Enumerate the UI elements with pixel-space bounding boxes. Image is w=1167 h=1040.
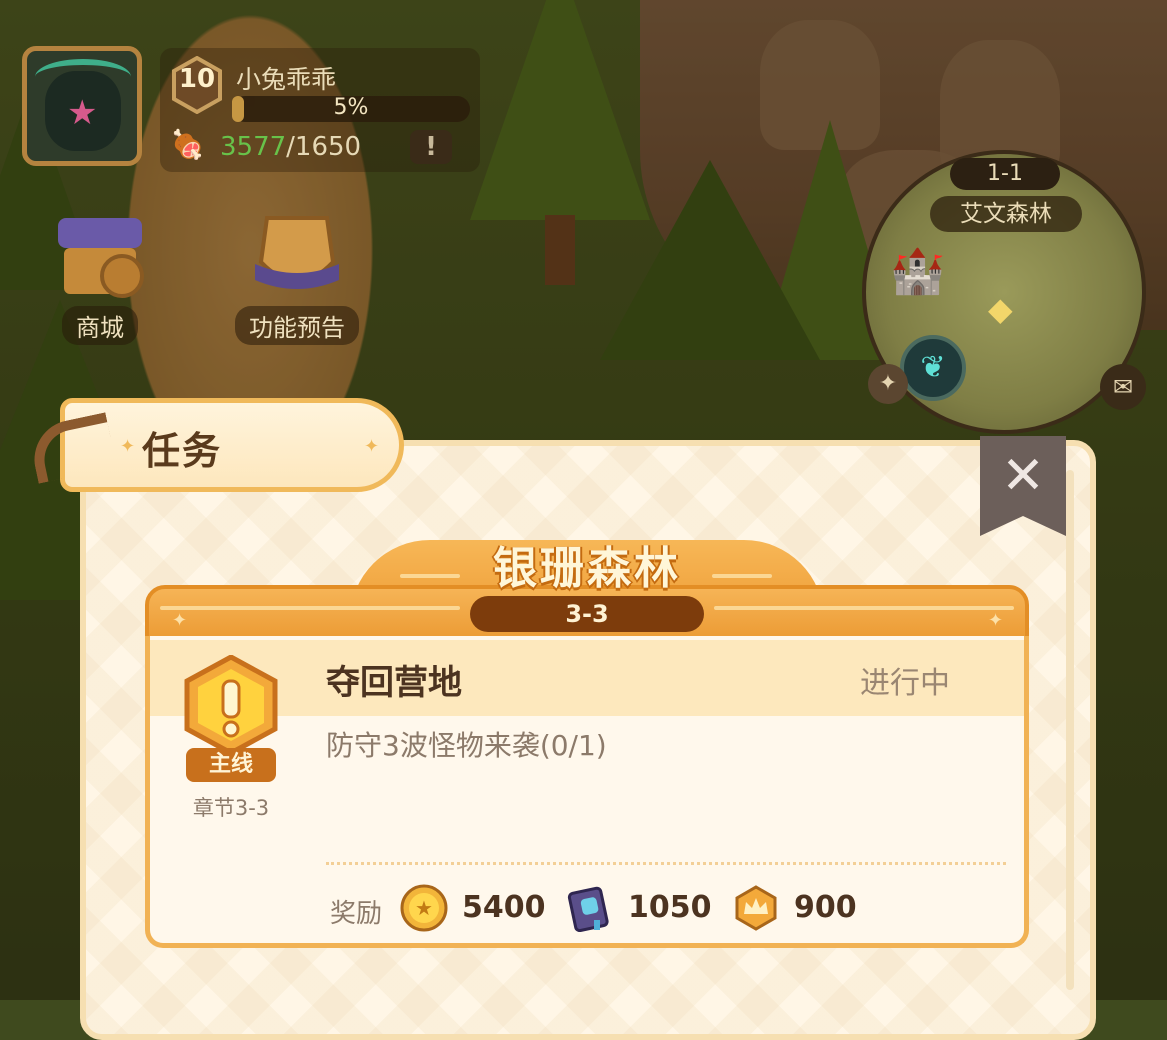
quest-status: 进行中 [860,666,950,701]
reward-divider [326,862,1006,865]
quest-type-tag: 主线 [186,748,276,782]
svg-text:★: ★ [415,896,433,920]
shield-banner-icon [247,212,347,302]
close-icon[interactable]: ✕ [980,446,1066,506]
reward-exp-value: 900 [794,890,857,925]
reward-label: 奖励 [330,899,383,929]
exp-crown-icon [735,885,777,931]
chapter-title: 银珊森林 [493,543,681,594]
food-max: /1650 [286,132,362,162]
compass-icon[interactable]: ✦ [868,364,908,404]
shop-label: 商城 [62,306,138,345]
gold-coin-icon: ★ [400,884,448,932]
player-level: 10 [178,64,216,94]
food-current: 3577 [220,132,287,162]
feature-preview-label: 功能预告 [235,306,359,345]
player-marker-icon: ◆ [988,290,1013,328]
meat-icon: 🍖 [170,128,205,161]
wing-teleport-button[interactable]: ❦ [900,335,966,401]
player-avatar[interactable]: ★ [22,46,142,166]
main-quest-exclamation-icon [184,655,278,755]
panel-scrollbar[interactable] [1066,470,1074,990]
reward-book-value: 1050 [628,890,712,925]
castle-icon: 🏰 [890,246,945,297]
reward-book: 1050 [566,884,716,932]
exp-percent: 5% [333,95,369,120]
shop-icon [50,212,150,302]
reward-gold: ★ 5400 [400,884,550,932]
chapter-stage: 3-3 [470,596,704,632]
quest-chapter: 章节3-3 [192,796,270,820]
minimap-area-name: 艾文森林 [930,196,1082,232]
player-name: 小兔乖乖 [236,65,337,94]
reward-gold-value: 5400 [462,890,546,925]
feature-preview-button[interactable]: 功能预告 [222,212,372,345]
skill-book-icon [567,886,609,932]
mail-icon[interactable]: ✉ [1100,364,1146,410]
minimap-stage: 1-1 [950,158,1060,190]
task-tab-title: 任务 [142,429,223,473]
quest-description: 防守3波怪物来袭(0/1) [326,729,607,762]
quest-title: 夺回营地 [326,663,462,703]
shop-button[interactable]: 商城 [30,212,170,345]
food-counter: 3577/1650 [220,132,361,162]
food-warning-button[interactable]: ! [410,130,452,164]
reward-exp: 900 [732,884,882,932]
